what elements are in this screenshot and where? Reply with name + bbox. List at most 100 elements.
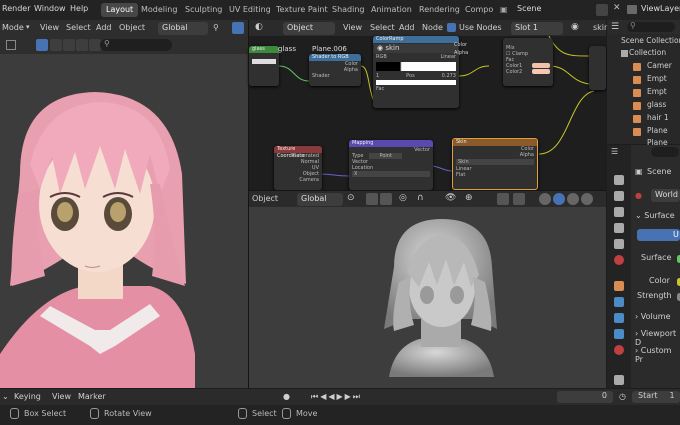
node-select-menu[interactable]: Select: [370, 23, 395, 32]
tab-shading[interactable]: Shading: [327, 3, 370, 17]
surface-panel-header[interactable]: ⌄ Surface: [635, 211, 675, 224]
gizmo-icon[interactable]: ⊕: [465, 193, 473, 203]
snap-toggle-icon[interactable]: [366, 193, 378, 205]
record-icon[interactable]: ●: [283, 392, 290, 401]
current-frame-field[interactable]: 0: [557, 391, 613, 403]
material-tab-icon[interactable]: [614, 345, 624, 355]
clock-icon[interactable]: ◷: [619, 392, 626, 401]
custom-props-panel-header[interactable]: › Custom Pr: [635, 346, 680, 364]
render-tab-icon[interactable]: [614, 191, 624, 201]
outliner-item-empty[interactable]: Empt: [647, 74, 667, 86]
image-name-field[interactable]: Skin: [456, 159, 534, 165]
mix-rgb-node[interactable]: Mix ☐ Clamp Fac Color1 Color2: [503, 38, 553, 86]
pivot-point-icon[interactable]: ⊙: [347, 193, 355, 203]
tab-sculpting[interactable]: Sculpting: [180, 3, 227, 17]
world-selector[interactable]: World: [651, 189, 680, 202]
keying-menu[interactable]: Keying: [14, 392, 41, 401]
color2-swatch[interactable]: [532, 69, 550, 74]
box-select-icon[interactable]: [6, 40, 16, 50]
mode-subtract-icon[interactable]: [63, 39, 75, 51]
properties-type-icon[interactable]: ☰: [611, 147, 618, 156]
copy-icon[interactable]: [596, 4, 608, 16]
orientation-dropdown[interactable]: Global: [158, 22, 208, 35]
view-layer-tab-icon[interactable]: [614, 223, 624, 233]
visibility-icon[interactable]: 👁: [445, 193, 456, 203]
constraints-tab-icon[interactable]: [614, 375, 624, 385]
viewport2-object-menu[interactable]: Object: [252, 194, 278, 203]
tab-animation[interactable]: Animation: [366, 3, 417, 17]
tab-texture-paint[interactable]: Texture Paint: [271, 3, 333, 17]
tool-tab-icon[interactable]: [614, 175, 624, 185]
mode-extend-icon[interactable]: [50, 39, 62, 51]
properties-search-input[interactable]: [651, 147, 679, 157]
close-icon[interactable]: ✕: [613, 3, 621, 13]
ramp-mode[interactable]: RGB: [376, 54, 387, 60]
node-view-menu[interactable]: View: [343, 23, 362, 32]
mapping-node[interactable]: Mapping Vector Type Point Vector Location…: [349, 140, 433, 190]
scene-name[interactable]: Scene: [517, 4, 541, 13]
pivot-icon[interactable]: ⚲: [213, 23, 219, 32]
tab-compositing[interactable]: Compo: [460, 3, 498, 17]
viewport-left[interactable]: Mode ▾ View Select Add Object Global ⚲ ⚲: [0, 20, 248, 388]
snap-icon[interactable]: [232, 22, 244, 34]
texture-coordinate-node[interactable]: Texture Coordinate Generated Normal UV O…: [274, 146, 322, 190]
glass-node[interactable]: glass: [249, 46, 279, 86]
view-menu[interactable]: View: [40, 23, 59, 32]
color1-swatch[interactable]: [532, 63, 550, 68]
output-tab-icon[interactable]: [614, 207, 624, 217]
outliner-item-glass[interactable]: glass: [647, 100, 666, 112]
scene-tab-icon[interactable]: [614, 239, 624, 249]
menu-window[interactable]: Window: [34, 4, 66, 13]
menu-render[interactable]: Render: [2, 4, 30, 13]
mode-invert-icon[interactable]: [76, 39, 88, 51]
viewport2-orientation-dropdown[interactable]: Global: [297, 193, 343, 206]
tab-rendering[interactable]: Rendering: [414, 3, 465, 17]
viewport-display-panel-header[interactable]: › Viewport D: [635, 329, 680, 347]
search-input[interactable]: ⚲: [100, 39, 172, 51]
node-editor[interactable]: ◐ Object View Select Add Node Use Nodes …: [249, 20, 609, 190]
glass-color-swatch[interactable]: [252, 59, 276, 64]
ramp-material-field[interactable]: ◉ skin: [374, 44, 458, 53]
outliner-type-icon[interactable]: ☰: [611, 22, 619, 32]
shader-type-dropdown[interactable]: Object: [283, 22, 335, 35]
shading-material-icon[interactable]: [567, 193, 579, 205]
ramp-index[interactable]: 1: [376, 73, 379, 79]
shading-rendered-icon[interactable]: [581, 193, 593, 205]
mapping-type[interactable]: Point: [369, 153, 402, 159]
use-nodes-button[interactable]: U: [637, 229, 680, 241]
world-tab-icon[interactable]: [614, 255, 624, 265]
mode-new-icon[interactable]: [36, 39, 48, 51]
xray-icon[interactable]: [513, 193, 525, 205]
tab-uv-editing[interactable]: UV Editing: [224, 3, 276, 17]
image-proj[interactable]: Flat: [453, 172, 537, 178]
object-menu[interactable]: Object: [119, 23, 145, 32]
object-tab-icon[interactable]: [614, 281, 624, 291]
image-texture-node[interactable]: Skin Color Alpha Skin Linear Flat: [452, 138, 538, 190]
start-frame-field[interactable]: Start 1: [632, 391, 680, 403]
mapping-x-field[interactable]: X: [352, 171, 430, 177]
menu-help[interactable]: Help: [70, 4, 88, 13]
add-menu[interactable]: Add: [96, 23, 112, 32]
outliner-item-plane[interactable]: Plane: [647, 126, 668, 138]
outliner-item-hair[interactable]: hair 1: [647, 113, 669, 125]
area-divider[interactable]: [249, 190, 606, 191]
falloff-icon[interactable]: ∩: [417, 193, 424, 203]
editor-type-icon[interactable]: ◐: [255, 22, 263, 32]
overlays-icon[interactable]: [497, 193, 509, 205]
playback-controls[interactable]: ⏮◀◀▶▶⏭: [311, 392, 362, 402]
proportional-edit-icon[interactable]: ◎: [399, 193, 407, 203]
outliner-search-input[interactable]: ⚲: [627, 21, 675, 32]
mode-menu[interactable]: Mode: [2, 23, 24, 32]
area-divider[interactable]: [248, 20, 249, 388]
shading-solid-icon[interactable]: [553, 193, 565, 205]
view-layer-name[interactable]: ViewLayer: [641, 4, 680, 13]
outliner-collection[interactable]: Collection: [629, 48, 666, 60]
properties-editor[interactable]: ☰ ▣ Scene ● World ⌄ Surface U Surface Co…: [607, 145, 680, 388]
modifier-tab-icon[interactable]: [614, 297, 624, 307]
outliner-item-camera[interactable]: Camer: [647, 61, 672, 73]
output-node[interactable]: [589, 46, 606, 90]
outliner[interactable]: ☰ ⚲ Scene Collection Collection Camer Em…: [607, 20, 680, 147]
outliner-scene-collection[interactable]: Scene Collection: [621, 36, 680, 48]
node-add-menu[interactable]: Add: [399, 23, 415, 32]
node-node-menu[interactable]: Node: [422, 23, 443, 32]
